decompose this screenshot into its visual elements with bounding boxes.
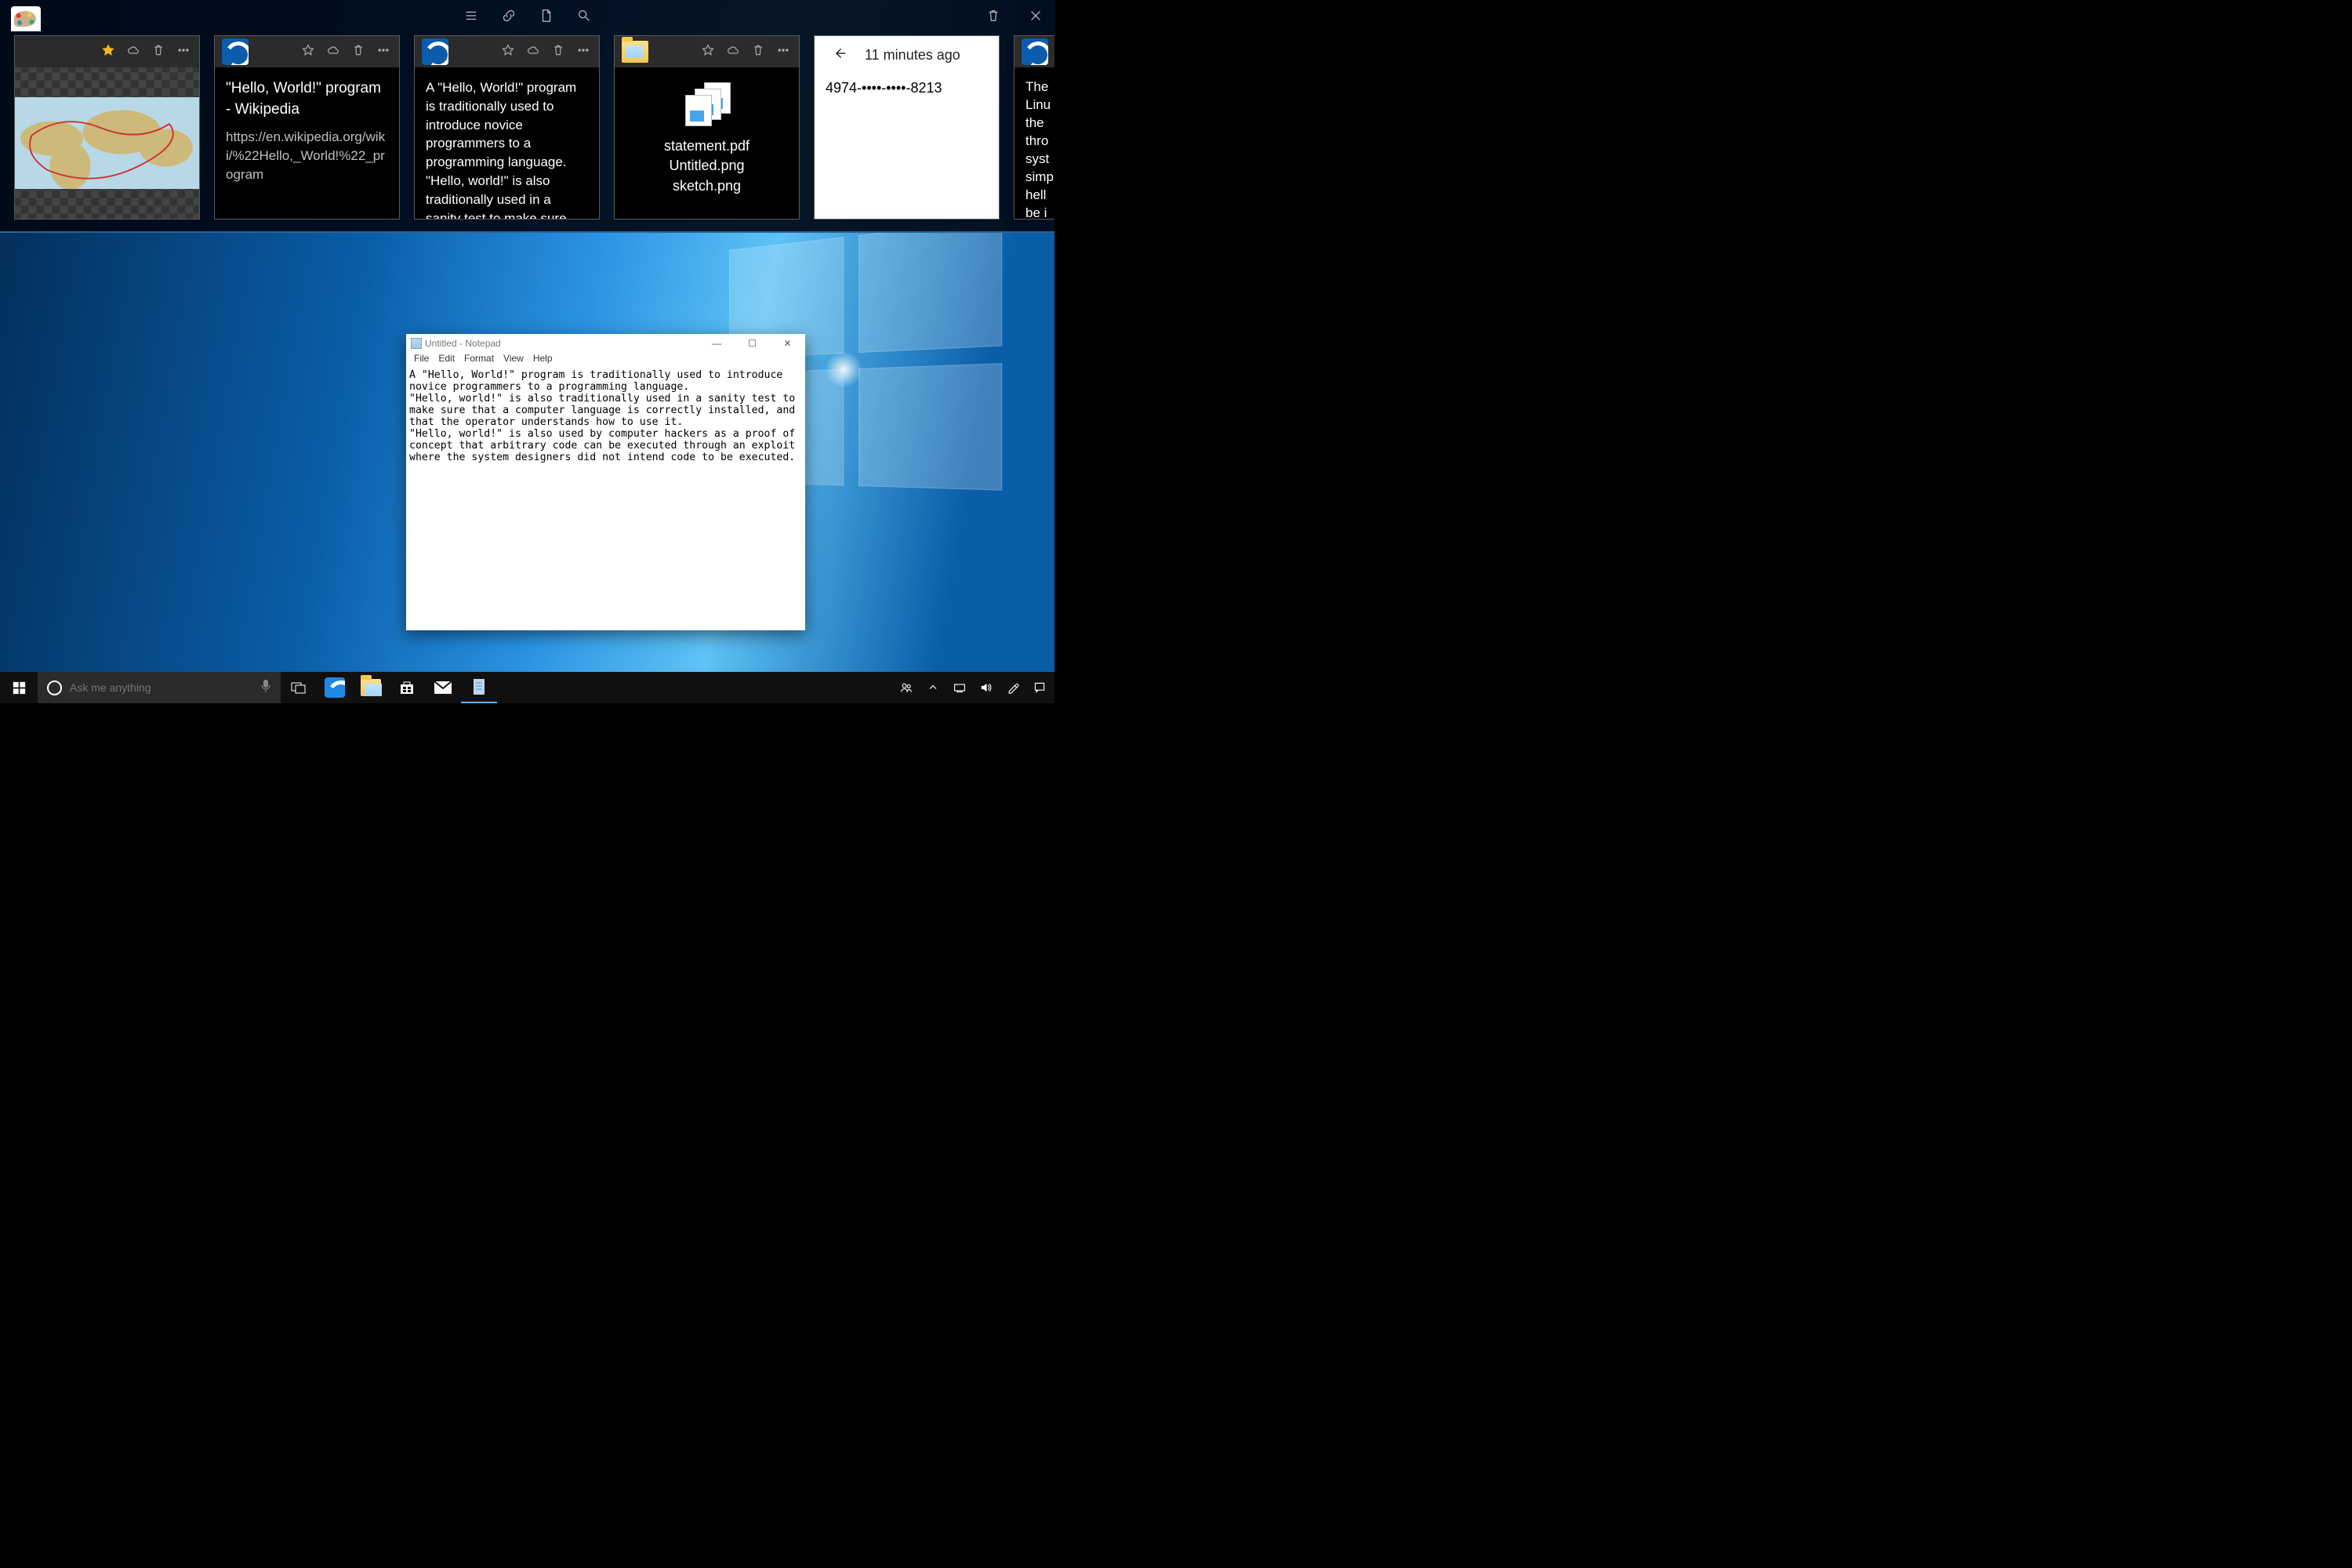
tray-people-icon[interactable] (895, 672, 918, 703)
maximize-button[interactable]: ☐ (735, 338, 770, 349)
tray-volume-icon[interactable] (975, 672, 998, 703)
cloud-icon[interactable] (522, 44, 544, 60)
back-arrow-icon[interactable] (829, 47, 851, 64)
link-icon[interactable] (501, 8, 517, 24)
mic-icon[interactable] (260, 679, 271, 697)
search-input[interactable] (70, 681, 252, 694)
card-title: "Hello, World!" program - Wikipedia (226, 78, 388, 120)
notepad-textarea[interactable]: A "Hello, World!" program is traditional… (406, 368, 805, 630)
edge-icon (422, 38, 448, 65)
taskbar-app-explorer[interactable] (353, 672, 389, 703)
card-url: https://en.wikipedia.org/wiki/%22Hello,_… (226, 128, 388, 183)
menu-format[interactable]: Format (461, 353, 497, 368)
activity-card-edge-link[interactable]: "Hello, World!" program - Wikipedia http… (214, 35, 400, 220)
more-icon[interactable] (772, 44, 794, 60)
tray-up-icon[interactable] (921, 672, 945, 703)
trash-icon[interactable] (347, 44, 369, 60)
file-name: Untitled.png (669, 156, 744, 176)
cloud-icon[interactable] (322, 44, 344, 60)
map-thumbnail (15, 97, 199, 189)
card-text: The Linu the thro syst simp hell be i (1014, 67, 1054, 219)
delete-icon[interactable] (985, 8, 1001, 24)
activity-card-files[interactable]: statement.pdf Untitled.png sketch.png (614, 35, 800, 220)
edge-icon (222, 38, 249, 65)
activity-card-edge-partial[interactable]: The Linu the thro syst simp hell be i (1014, 35, 1054, 220)
activity-cards-row[interactable]: "Hello, World!" program - Wikipedia http… (14, 35, 1054, 226)
notepad-titlebar[interactable]: Untitled - Notepad — ☐ ✕ (406, 334, 805, 353)
more-icon[interactable] (172, 44, 194, 60)
tray-pen-icon[interactable] (1001, 672, 1025, 703)
file-stack-icon (684, 82, 731, 125)
notepad-window[interactable]: Untitled - Notepad — ☐ ✕ File Edit Forma… (406, 334, 805, 630)
notepad-menubar: File Edit Format View Help (406, 353, 805, 368)
activity-card-paint[interactable] (14, 35, 200, 220)
card-text: A "Hello, World!" program is traditional… (415, 67, 599, 219)
close-icon[interactable] (1028, 8, 1044, 24)
cortana-icon (47, 681, 62, 695)
menu-file[interactable]: File (411, 353, 432, 368)
file-name: statement.pdf (664, 136, 750, 156)
menu-view[interactable]: View (500, 353, 527, 368)
notepad-icon (411, 338, 422, 349)
cloud-icon[interactable] (722, 44, 744, 60)
menu-help[interactable]: Help (530, 353, 556, 368)
tray-notifications-icon[interactable] (1028, 672, 1051, 703)
trash-icon[interactable] (147, 44, 169, 60)
system-tray (895, 672, 1054, 703)
task-view-button[interactable] (281, 672, 317, 703)
list-icon[interactable] (463, 8, 479, 24)
taskbar-app-mail[interactable] (425, 672, 461, 703)
more-icon[interactable] (572, 44, 594, 60)
file-name: sketch.png (673, 176, 741, 196)
paint-app-icon[interactable] (11, 6, 41, 31)
minimize-button[interactable]: — (699, 338, 735, 349)
history-text: 4974-••••-••••-8213 (815, 74, 999, 219)
cortana-search[interactable] (38, 672, 281, 703)
taskbar-app-store[interactable] (389, 672, 425, 703)
star-icon[interactable] (697, 44, 719, 60)
activity-card-history[interactable]: 11 minutes ago 4974-••••-••••-8213 (814, 35, 1000, 220)
document-icon[interactable] (539, 8, 554, 24)
taskbar (0, 672, 1054, 703)
activities-toolbar (0, 0, 1054, 31)
trash-icon[interactable] (547, 44, 569, 60)
menu-edit[interactable]: Edit (435, 353, 458, 368)
history-time: 11 minutes ago (865, 47, 960, 64)
trash-icon[interactable] (747, 44, 769, 60)
search-icon[interactable] (576, 8, 592, 24)
activity-card-edge-text[interactable]: A "Hello, World!" program is traditional… (414, 35, 600, 220)
notepad-title-text: Untitled - Notepad (425, 338, 501, 349)
taskbar-app-notepad[interactable] (461, 672, 497, 703)
taskbar-app-edge[interactable] (317, 672, 353, 703)
close-button[interactable]: ✕ (770, 338, 805, 349)
star-icon[interactable] (497, 44, 519, 60)
edge-icon (1022, 38, 1048, 65)
tray-input-icon[interactable] (948, 672, 971, 703)
star-icon[interactable] (297, 44, 319, 60)
start-button[interactable] (0, 672, 38, 703)
activities-timeline-panel: "Hello, World!" program - Wikipedia http… (0, 0, 1054, 233)
explorer-icon (622, 41, 648, 63)
cloud-icon[interactable] (122, 44, 144, 60)
star-icon[interactable] (97, 44, 119, 60)
more-icon[interactable] (372, 44, 394, 60)
